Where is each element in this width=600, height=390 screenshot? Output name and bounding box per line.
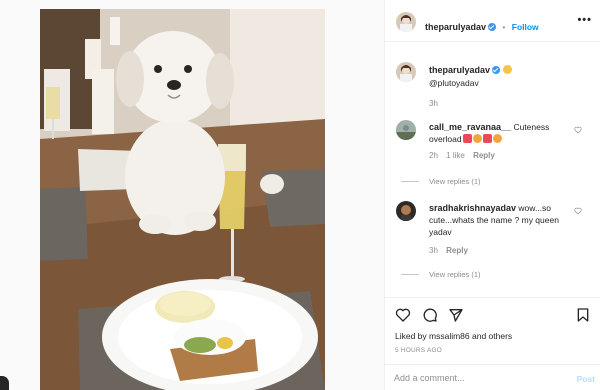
comment-time: 2h	[429, 151, 438, 160]
like-comment-heart-icon[interactable]	[574, 207, 582, 215]
reply-button[interactable]: Reply	[446, 246, 468, 255]
follow-button[interactable]: Follow	[512, 22, 539, 32]
comment-input[interactable]	[394, 370, 554, 386]
author-line: theparulyadav • Follow	[425, 17, 539, 35]
save-bookmark-icon[interactable]	[575, 307, 591, 323]
share-paper-plane-icon[interactable]	[448, 307, 464, 323]
red-heart-icon	[482, 134, 492, 143]
verified-badge-icon	[488, 23, 497, 31]
dog-at-table-image	[40, 9, 325, 390]
comment-bubble-icon[interactable]	[422, 307, 438, 323]
likes-summary[interactable]: Liked by mssalim86 and others	[395, 331, 512, 341]
caption-avatar[interactable]	[396, 62, 416, 82]
instagram-post-modal: theparulyadav • Follow ••• theparulyadav…	[0, 0, 600, 390]
caption-time: 3h	[429, 99, 438, 108]
caption: theparulyadav @plutoyadav 3h	[429, 64, 589, 108]
separator-dot: •	[502, 23, 506, 32]
author-username[interactable]: theparulyadav	[425, 22, 486, 32]
author-avatar[interactable]	[396, 12, 416, 32]
like-heart-icon[interactable]	[395, 307, 411, 323]
heart-eyes-icon	[492, 134, 502, 143]
more-options-icon[interactable]: •••	[577, 14, 592, 26]
post-photo[interactable]	[40, 9, 325, 390]
comment-time: 3h	[429, 246, 438, 255]
caption-mention[interactable]: @plutoyadav	[429, 77, 589, 89]
post-side-panel: theparulyadav • Follow ••• theparulyadav…	[384, 0, 600, 390]
heart-eyes-icon	[472, 134, 482, 143]
comment-avatar[interactable]	[396, 120, 416, 140]
comment-avatar[interactable]	[396, 201, 416, 221]
view-replies-button[interactable]: View replies (1)	[401, 177, 481, 186]
reply-button[interactable]: Reply	[473, 151, 495, 160]
face-emoji-icon	[503, 65, 513, 74]
comment-username[interactable]: call_me_ravanaa__	[429, 122, 511, 132]
view-replies-button[interactable]: View replies (1)	[401, 270, 481, 279]
comment-item: call_me_ravanaa__ Cuteness overload 2h 1…	[429, 121, 569, 160]
like-comment-heart-icon[interactable]	[574, 126, 582, 134]
post-header: theparulyadav • Follow •••	[385, 0, 600, 42]
caption-username[interactable]: theparulyadav	[429, 65, 490, 75]
overlay-corner-icon	[0, 376, 9, 390]
comment-likes[interactable]: 1 like	[446, 151, 465, 160]
comment-username[interactable]: sradhakrishnayadav	[429, 203, 516, 213]
verified-badge-icon	[492, 66, 501, 74]
add-comment-bar: Post	[385, 364, 600, 390]
post-timestamp: 5 HOURS AGO	[395, 347, 442, 354]
post-comment-button[interactable]: Post	[577, 374, 595, 384]
comment-item: sradhakrishnayadav wow...so cute...whats…	[429, 202, 565, 255]
red-heart-icon	[462, 134, 472, 143]
